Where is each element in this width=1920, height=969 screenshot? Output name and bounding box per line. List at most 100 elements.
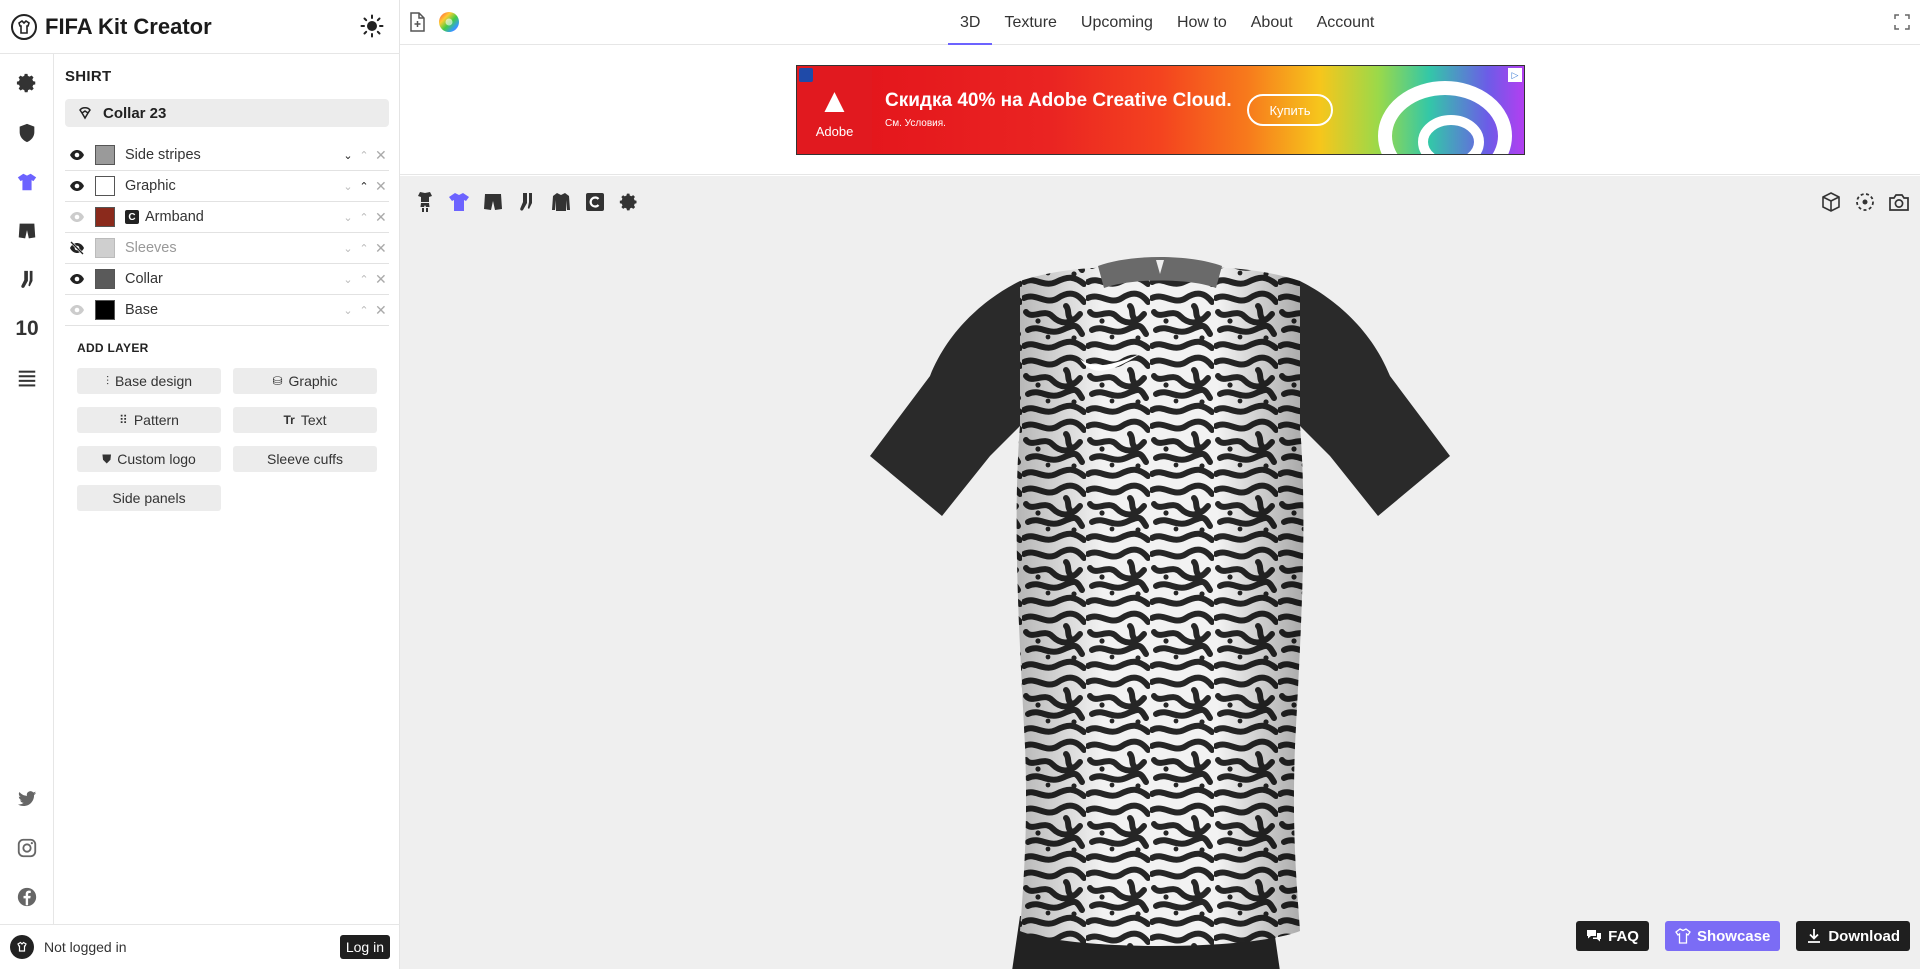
socks-icon[interactable] [516, 190, 538, 214]
layer-name: Collar [125, 271, 163, 287]
add-sleeve-cuffs-button[interactable]: Sleeve cuffs [233, 446, 377, 472]
tab-account[interactable]: Account [1305, 0, 1387, 45]
icon-rail: 10 [0, 54, 54, 924]
number-item[interactable]: 10 [12, 314, 42, 344]
tab-how-to[interactable]: How to [1165, 0, 1239, 45]
layer-editor: SHIRT Collar 23 Side stripes ⌄ ⌃ ✕ Graphic… [55, 54, 399, 924]
brand-header: FIFA Kit Creator [0, 0, 400, 54]
move-up-icon[interactable]: ⌃ [359, 180, 369, 193]
left-panel: FIFA Kit Creator 10 SHIRT Collar 23 Side… [0, 0, 400, 969]
ad-info-icon[interactable] [799, 68, 813, 82]
full-kit-icon[interactable] [414, 190, 436, 214]
eye-off-icon[interactable] [69, 241, 87, 255]
rotate-360-icon[interactable] [1854, 190, 1876, 214]
layer-color-swatch[interactable] [95, 238, 115, 258]
settings-gear-icon[interactable] [12, 68, 42, 98]
shorts-icon[interactable] [482, 190, 504, 214]
eye-icon[interactable] [69, 303, 87, 317]
move-down-icon[interactable]: ⌄ [343, 242, 353, 255]
delete-icon[interactable]: ✕ [375, 147, 387, 164]
main-nav: 3D Texture Upcoming How to About Account [948, 0, 1386, 45]
eye-icon[interactable] [69, 210, 87, 224]
eye-icon[interactable] [69, 148, 87, 162]
viewport-bottom-actions: FAQ Showcase Download [1576, 921, 1910, 951]
delete-icon[interactable]: ✕ [375, 271, 387, 288]
add-side-panels-label: Side panels [112, 490, 186, 506]
layer-color-swatch[interactable] [95, 269, 115, 289]
number-ten-label: 10 [15, 317, 39, 340]
cube-icon[interactable] [1820, 190, 1842, 214]
shirt-3d-model[interactable] [830, 226, 1490, 969]
move-up-icon[interactable]: ⌃ [359, 304, 369, 317]
download-button[interactable]: Download [1796, 921, 1910, 951]
move-up-icon[interactable]: ⌃ [359, 211, 369, 224]
move-down-icon[interactable]: ⌄ [343, 211, 353, 224]
showcase-button[interactable]: Showcase [1664, 921, 1781, 951]
faq-button[interactable]: FAQ [1576, 921, 1649, 951]
delete-icon[interactable]: ✕ [375, 178, 387, 195]
list-icon[interactable] [12, 363, 42, 393]
facebook-icon[interactable] [12, 882, 42, 912]
instagram-icon[interactable] [12, 833, 42, 863]
move-down-icon[interactable]: ⌄ [343, 149, 353, 162]
tab-about[interactable]: About [1239, 0, 1305, 45]
delete-icon[interactable]: ✕ [375, 240, 387, 257]
shirt-icon[interactable] [12, 167, 42, 197]
showcase-label: Showcase [1696, 927, 1771, 945]
add-custom-logo-button[interactable]: ⛊ Custom logo [77, 446, 221, 472]
add-graphic-button[interactable]: ⛁ Graphic [233, 368, 377, 394]
long-sleeve-icon[interactable] [550, 190, 572, 214]
layer-row[interactable]: Base ⌄ ⌃ ✕ [65, 295, 389, 326]
twitter-icon[interactable] [12, 784, 42, 814]
collar-icon [79, 107, 91, 120]
layer-row[interactable]: Graphic ⌄ ⌃ ✕ [65, 171, 389, 202]
delete-icon[interactable]: ✕ [375, 209, 387, 226]
ad-banner[interactable]: ▲ Adobe Скидка 40% на Adobe Creative Clo… [796, 65, 1525, 155]
move-down-icon[interactable]: ⌄ [343, 273, 353, 286]
layer-color-swatch[interactable] [95, 207, 115, 227]
shorts-icon[interactable] [12, 216, 42, 246]
add-pattern-button[interactable]: ⠿ Pattern [77, 407, 221, 433]
settings-gear-icon[interactable] [618, 190, 640, 214]
shield-icon[interactable] [12, 118, 42, 148]
socks-icon[interactable] [12, 265, 42, 295]
viewport-3d[interactable]: FAQ Showcase Download [400, 176, 1920, 969]
adobe-mark-icon: ▲ [817, 81, 852, 120]
tab-upcoming[interactable]: Upcoming [1069, 0, 1165, 45]
layer-row[interactable]: C Armband ⌄ ⌃ ✕ [65, 202, 389, 233]
layer-row[interactable]: Side stripes ⌄ ⌃ ✕ [65, 140, 389, 171]
move-up-icon[interactable]: ⌃ [359, 273, 369, 286]
kit-logo-icon[interactable] [10, 13, 38, 41]
new-file-icon[interactable] [406, 11, 428, 33]
add-side-panels-button[interactable]: Side panels [77, 485, 221, 511]
eye-icon[interactable] [69, 179, 87, 193]
color-wheel-icon[interactable] [438, 11, 460, 33]
layer-row[interactable]: Collar ⌄ ⌃ ✕ [65, 264, 389, 295]
layer-color-swatch[interactable] [95, 145, 115, 165]
camera-icon[interactable] [1888, 190, 1910, 214]
ad-headline: Скидка 40% на Adobe Creative Cloud. [885, 90, 1232, 111]
captain-badge-icon[interactable] [584, 190, 606, 214]
move-down-icon[interactable]: ⌄ [343, 304, 353, 317]
shirt-icon[interactable] [448, 190, 470, 214]
layer-color-swatch[interactable] [95, 176, 115, 196]
add-base-design-button[interactable]: ⫶ Base design [77, 368, 221, 394]
move-down-icon[interactable]: ⌄ [343, 180, 353, 193]
delete-icon[interactable]: ✕ [375, 302, 387, 319]
layer-row[interactable]: Sleeves ⌄ ⌃ ✕ [65, 233, 389, 264]
fullscreen-icon[interactable] [1894, 14, 1910, 30]
adobe-wordmark: Adobe [815, 123, 854, 139]
ad-choices-icon[interactable]: ▷ [1508, 68, 1522, 82]
tab-3d[interactable]: 3D [948, 0, 993, 45]
move-up-icon[interactable]: ⌃ [359, 149, 369, 162]
collar-select[interactable]: Collar 23 [65, 99, 389, 127]
add-text-button[interactable]: Tr Text [233, 407, 377, 433]
move-up-icon[interactable]: ⌃ [359, 242, 369, 255]
eye-icon[interactable] [69, 272, 87, 286]
login-button[interactable]: Log in [339, 935, 390, 959]
sun-icon[interactable] [360, 14, 384, 38]
ad-cta-button[interactable]: Купить [1247, 94, 1333, 126]
layer-color-swatch[interactable] [95, 300, 115, 320]
text-icon: Tr [283, 413, 295, 427]
tab-texture[interactable]: Texture [992, 0, 1068, 45]
